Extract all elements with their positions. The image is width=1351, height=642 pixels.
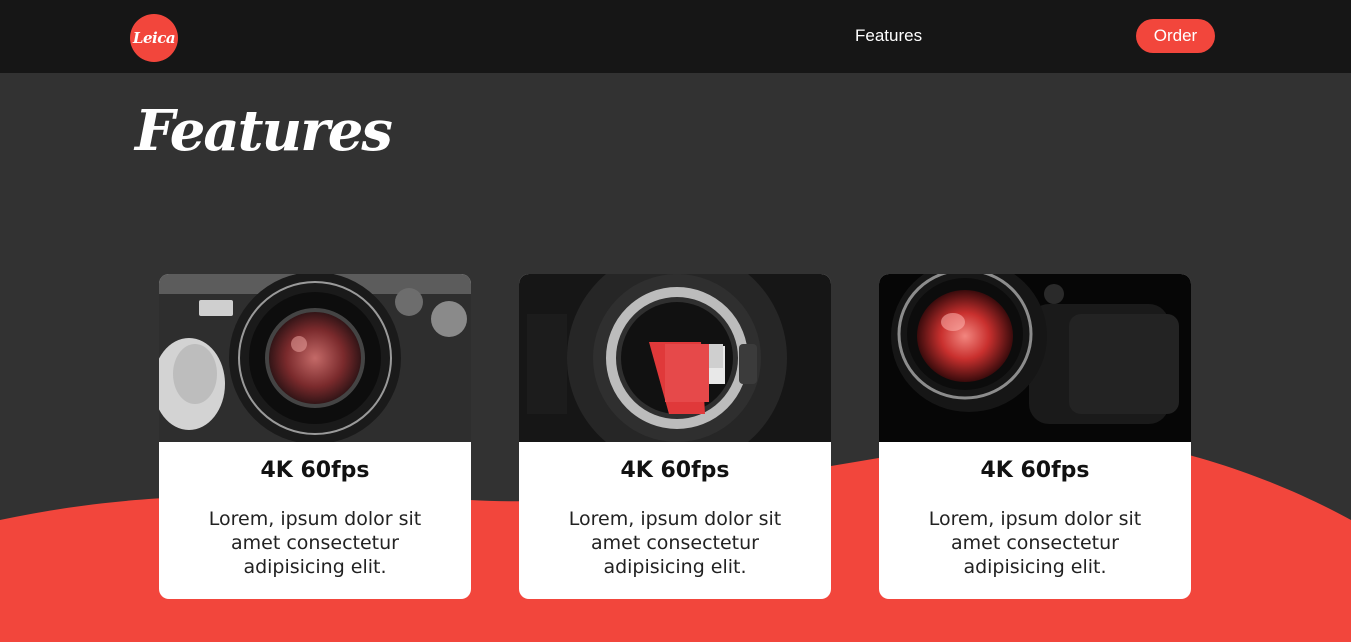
page-title: Features bbox=[135, 98, 393, 164]
camera-lens-image bbox=[879, 274, 1191, 442]
feature-description: Lorem, ipsum dolor sit amet consectetur … bbox=[568, 508, 782, 578]
feature-title: 4K 60fps bbox=[620, 458, 730, 483]
feature-title: 4K 60fps bbox=[980, 458, 1090, 483]
nav-link-features[interactable]: Features bbox=[855, 26, 922, 46]
feature-title: 4K 60fps bbox=[260, 458, 370, 483]
feature-description: Lorem, ipsum dolor sit amet consectetur … bbox=[208, 508, 422, 578]
order-button[interactable]: Order bbox=[1136, 19, 1215, 53]
feature-description: Lorem, ipsum dolor sit amet consectetur … bbox=[928, 508, 1142, 578]
leica-logo[interactable]: Leica bbox=[130, 14, 178, 62]
camera-mount-image bbox=[519, 274, 831, 442]
feature-card: 4K 60fps Lorem, ipsum dolor sit amet con… bbox=[519, 274, 831, 599]
feature-card: 4K 60fps Lorem, ipsum dolor sit amet con… bbox=[159, 274, 471, 599]
top-navbar: Leica Features Order bbox=[0, 0, 1351, 73]
feature-card: 4K 60fps Lorem, ipsum dolor sit amet con… bbox=[879, 274, 1191, 599]
rangefinder-camera-image bbox=[159, 274, 471, 442]
